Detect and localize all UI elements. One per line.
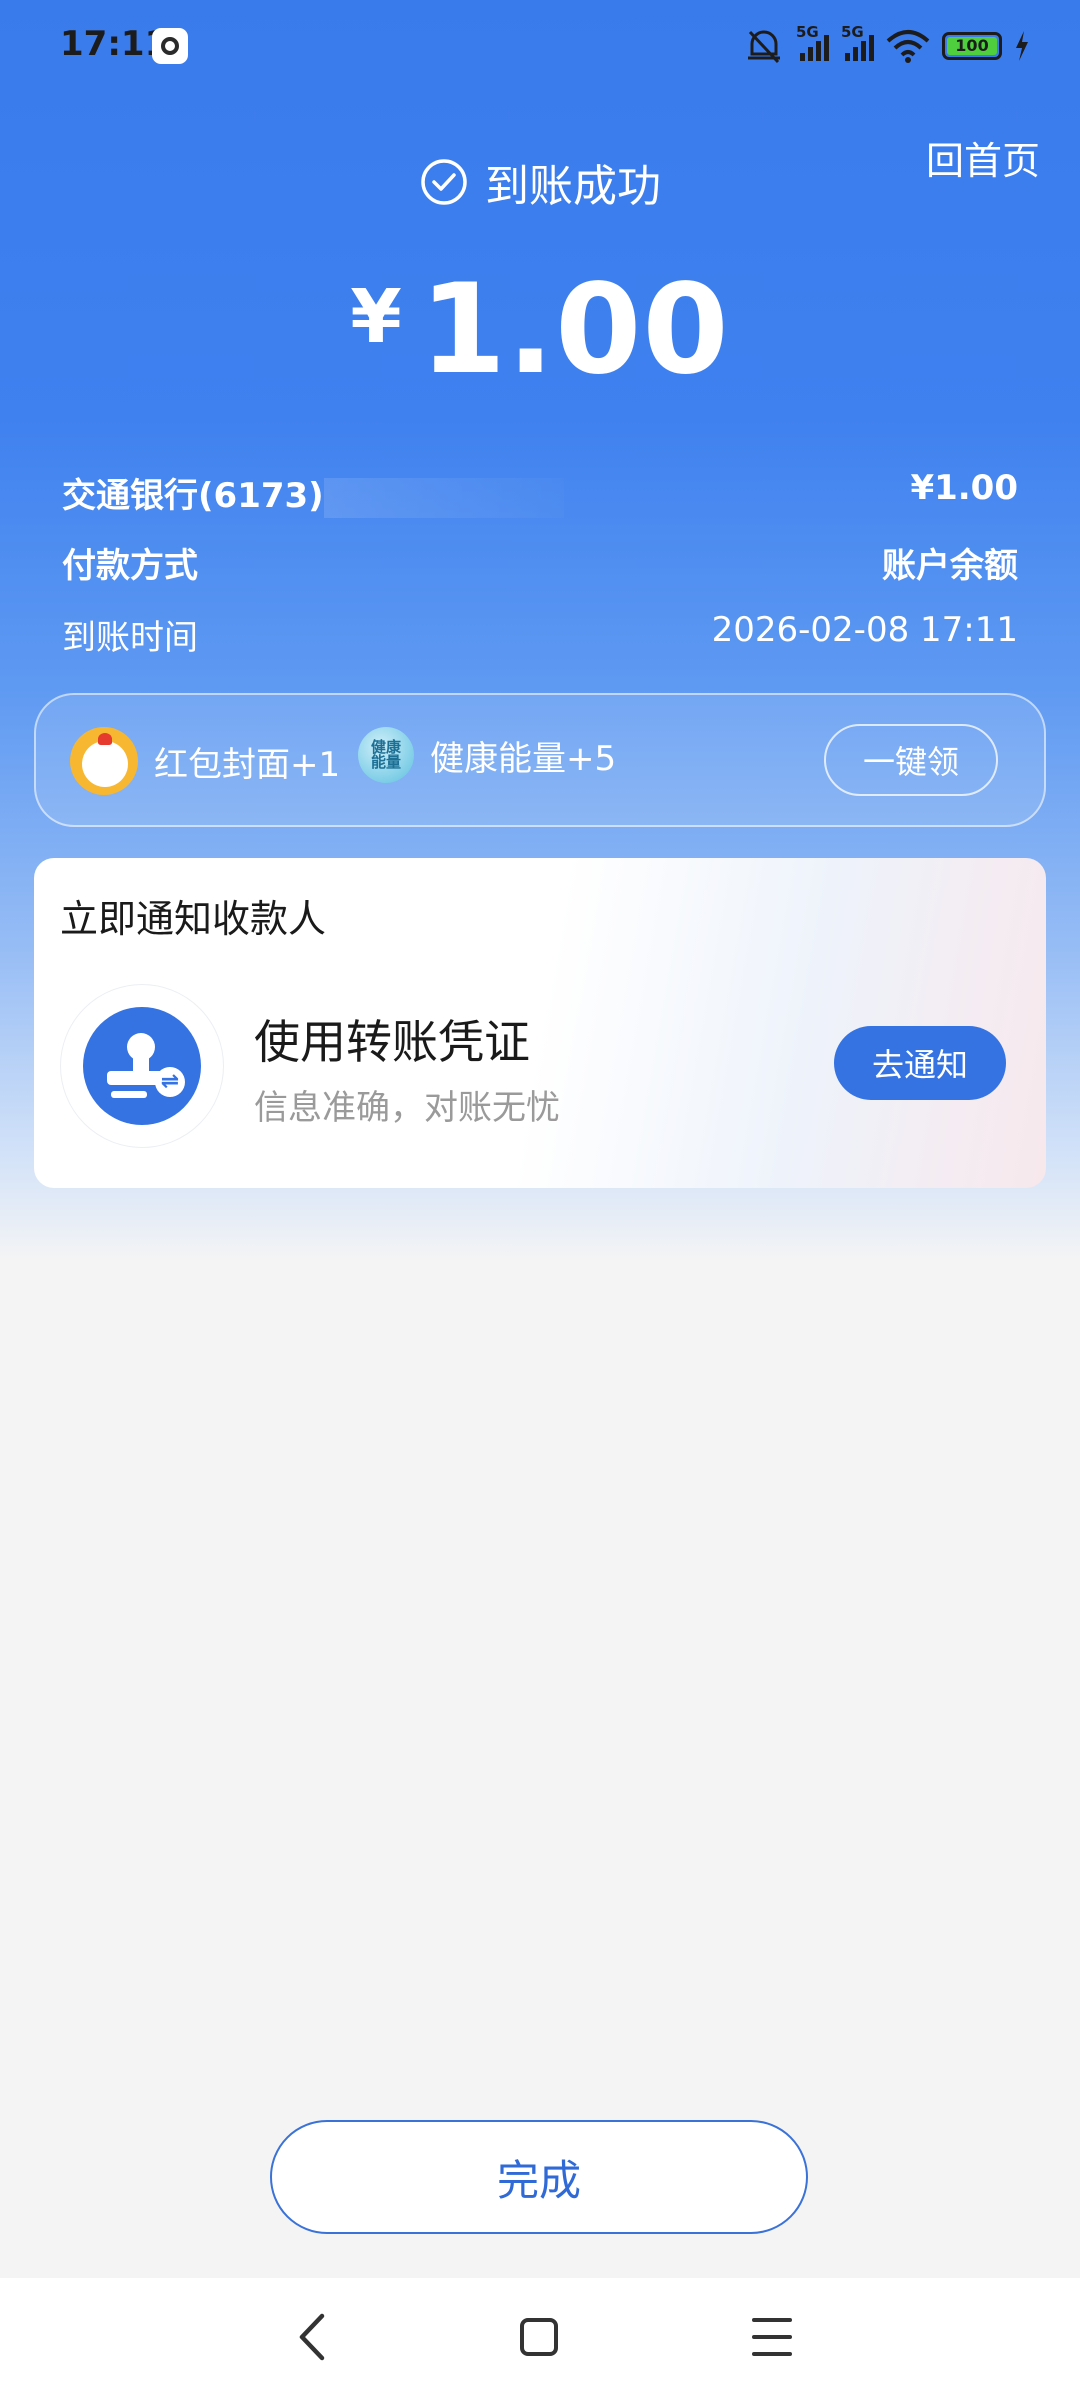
reward-item-health: 健康能量 健康能量+5 [358,727,616,783]
detail-row-bank: 交通银行(6173) ¥1.00 [62,468,1018,518]
reward-label: 健康能量+5 [430,738,617,779]
mute-icon [748,30,780,64]
notify-card-title: 立即通知收款人 [60,897,327,941]
transfer-voucher-icon: ⇌ [60,984,224,1148]
masked-name [323,477,564,518]
check-circle-icon [421,159,467,205]
home-icon[interactable] [520,2318,558,2356]
notify-sub-text: 信息准确，对账无忧 [254,1088,560,1128]
arrival-time-label: 到账时间 [62,618,198,658]
claim-all-button[interactable]: 一键领 [824,724,998,796]
transfer-amount: ¥1.00 [0,258,1080,402]
detail-row-payment-method: 付款方式 账户余额 [62,538,1018,587]
network-type-label: 5G [841,23,864,41]
health-energy-icon: 健康能量 [358,727,414,783]
system-nav-bar [0,2278,1080,2400]
charging-icon [1016,31,1028,61]
battery-level: 100 [947,37,997,55]
app-notification-icon [152,28,188,64]
success-text: 到账成功 [485,161,661,212]
signal-icon: 5G [796,23,829,61]
notify-payee-card: 立即通知收款人 ⇌ 使用转账凭证 信息准确，对账无忧 去通知 [34,858,1046,1188]
bank-amount-value: ¥1.00 [910,468,1018,508]
done-button[interactable]: 完成 [270,2120,808,2234]
status-icons: 5G 5G 100 [744,23,1030,68]
payment-method-label: 付款方式 [62,546,198,586]
battery-icon: 100 [942,32,1002,60]
chick-avatar-icon [70,727,138,795]
bank-account-label: 交通银行(6173) [62,468,564,518]
network-type-label: 5G [796,23,819,41]
payment-method-value: 账户余额 [882,546,1018,586]
status-bar: 17:11 5G 5G 100 [0,0,1080,92]
detail-row-arrival-time: 到账时间 2026-02-08 17:11 [62,610,1018,659]
currency-symbol: ¥ [350,274,402,360]
arrival-time-value: 2026-02-08 17:11 [711,610,1018,650]
notify-button[interactable]: 去通知 [834,1026,1006,1100]
reward-label: 红包封面+1 [154,744,341,785]
reward-item-cover: 红包封面+1 [70,727,340,795]
signal-icon: 5G [841,23,874,61]
amount-value: 1.00 [419,258,730,402]
menu-icon[interactable] [752,2318,792,2356]
back-icon[interactable] [290,2310,334,2364]
notify-main-text: 使用转账凭证 [254,1015,530,1069]
success-status: 到账成功 [0,150,1080,214]
wifi-icon [886,30,930,63]
rewards-card: 红包封面+1 健康能量 健康能量+5 一键领 [34,693,1046,827]
